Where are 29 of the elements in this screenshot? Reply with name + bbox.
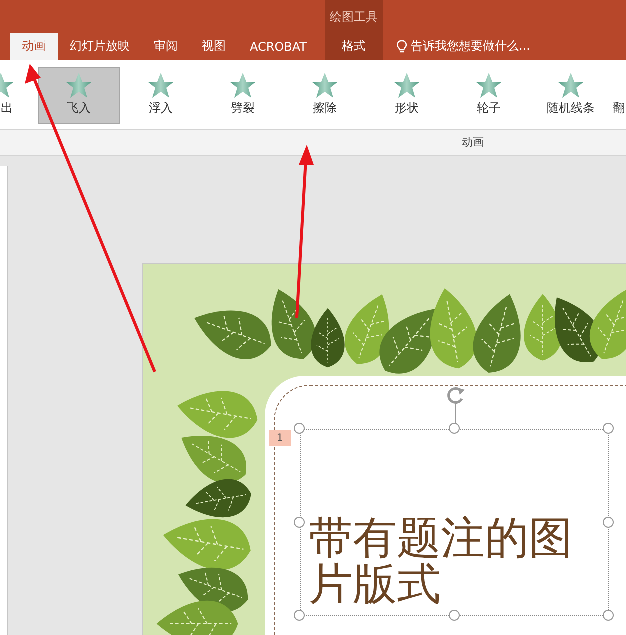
star-icon (475, 72, 503, 100)
ribbon-tab[interactable]: 格式 (332, 33, 376, 60)
tell-me-field[interactable]: 告诉我您想要做什么... (389, 33, 530, 60)
slide-title: 带有题注的图片版式 (309, 516, 574, 608)
star-icon (393, 72, 421, 100)
animation-effect[interactable]: 轮子 (448, 67, 530, 124)
animation-effect[interactable]: 形状 (366, 67, 448, 124)
animation-effect[interactable]: 出 (0, 67, 38, 124)
ribbon-tab[interactable]: 幻灯片放映 (58, 33, 142, 60)
ribbon-tab[interactable]: 动画 (10, 33, 58, 60)
animation-effect[interactable]: 飞入 (38, 67, 120, 124)
animation-effect[interactable]: 劈裂 (202, 67, 284, 124)
star-icon (311, 72, 339, 100)
animation-effect[interactable]: 随机线条 (530, 67, 612, 124)
animation-order-tag: 1 (269, 430, 291, 446)
rotate-handle-icon[interactable] (445, 385, 467, 423)
animation-effect[interactable]: 浮入 (120, 67, 202, 124)
ribbon-group-label: 动画 (462, 135, 484, 150)
ribbon-tab[interactable]: 审阅 (142, 33, 190, 60)
star-icon (65, 72, 93, 100)
ribbon-tab[interactable]: ACROBAT (238, 33, 319, 60)
star-icon (229, 72, 257, 100)
lightbulb-icon (397, 40, 407, 54)
contextual-group-title: 绘图工具 (330, 9, 378, 26)
star-icon (147, 72, 175, 100)
ribbon-tab[interactable]: 视图 (190, 33, 238, 60)
star-icon (557, 72, 585, 100)
animation-effect[interactable]: 翻 (612, 67, 626, 124)
animation-effect[interactable]: 擦除 (284, 67, 366, 124)
